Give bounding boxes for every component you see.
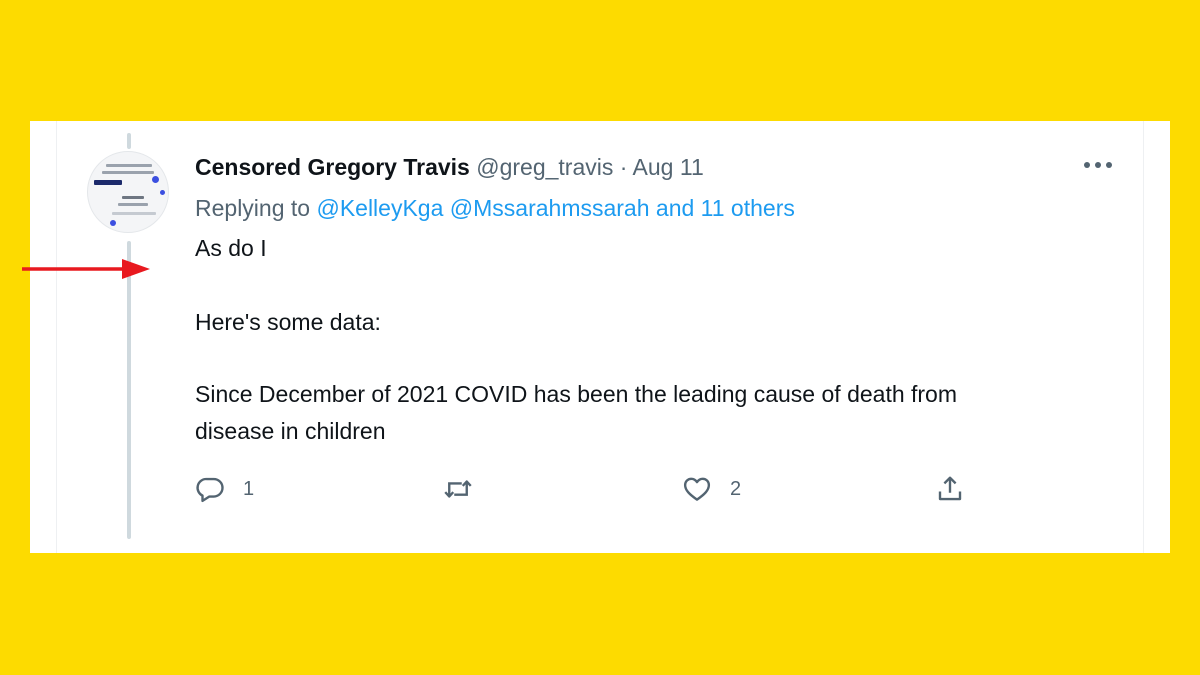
reply-button[interactable]: 1	[195, 471, 254, 507]
tweet-card: Censored Gregory Travis @greg_travis · A…	[30, 121, 1170, 553]
share-button[interactable]	[935, 471, 965, 507]
thread-line	[127, 241, 131, 539]
retweet-button[interactable]	[443, 471, 491, 507]
avatar-detail	[152, 176, 159, 183]
header-separator: ·	[619, 154, 628, 180]
avatar-detail	[122, 196, 144, 199]
heart-icon	[682, 474, 712, 504]
tweet-text-line-3: Since December of 2021 COVID has been th…	[195, 381, 958, 407]
share-icon	[935, 474, 965, 504]
like-count: 2	[730, 477, 742, 500]
reply-icon	[195, 474, 225, 504]
more-horizontal-icon[interactable]	[1080, 147, 1116, 183]
tweet-date[interactable]: Aug 11	[633, 154, 704, 180]
author-name[interactable]: Censored Gregory Travis	[195, 154, 470, 180]
like-button[interactable]: 2	[682, 471, 741, 507]
tweet-header: Censored Gregory Travis @greg_travis · A…	[195, 151, 704, 183]
avatar-detail	[110, 220, 116, 226]
avatar-detail	[102, 171, 154, 174]
avatar-detail	[118, 203, 148, 206]
avatar-detail	[106, 164, 152, 167]
avatar[interactable]	[87, 151, 169, 233]
tweet-text-line-4: disease in children	[195, 418, 386, 444]
avatar-detail	[160, 190, 165, 195]
avatar-detail	[94, 180, 122, 185]
tweet-text-line-1: As do I	[195, 235, 267, 261]
retweet-icon	[443, 474, 473, 504]
replying-to: Replying to @KelleyKga @Mssarahmssarah a…	[195, 192, 795, 224]
replying-users-link[interactable]: @KelleyKga @Mssarahmssarah and 11 others	[316, 195, 794, 221]
red-arrow-annotation	[22, 259, 150, 279]
tweet-text-line-2: Here's some data:	[195, 309, 381, 335]
replying-prefix: Replying to	[195, 195, 311, 221]
thread-line-top	[127, 133, 131, 149]
reply-count: 1	[243, 477, 255, 500]
avatar-detail	[112, 212, 156, 215]
author-handle[interactable]: @greg_travis	[476, 154, 613, 180]
